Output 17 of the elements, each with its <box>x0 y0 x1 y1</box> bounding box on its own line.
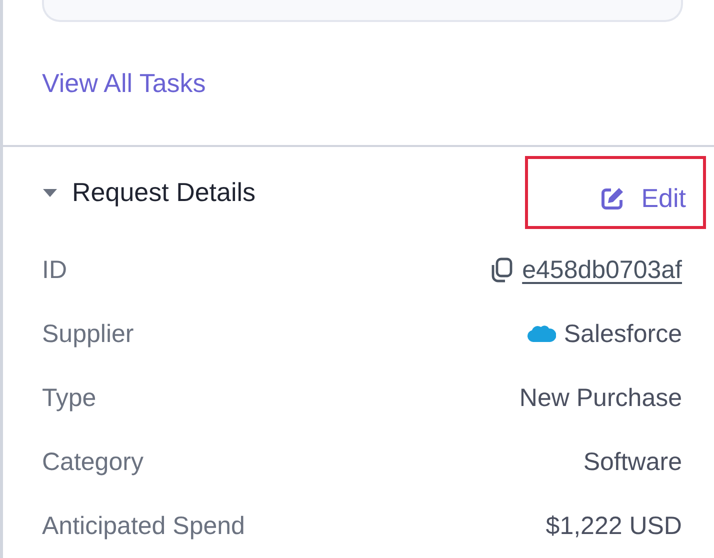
edit-icon <box>599 186 626 212</box>
field-value: $1,222 USD <box>546 512 682 540</box>
field-value: New Purchase <box>519 384 682 412</box>
field-label: Type <box>42 384 96 412</box>
field-label: Category <box>42 448 144 476</box>
id-link[interactable]: e458db0703af <box>522 256 682 284</box>
section-title: Request Details <box>72 177 256 208</box>
field-label: Anticipated Spend <box>42 512 245 540</box>
edit-button[interactable]: Edit <box>599 179 686 218</box>
field-value: Software <box>583 448 682 476</box>
field-label: ID <box>42 256 67 284</box>
view-all-tasks-link[interactable]: View All Tasks <box>42 68 206 99</box>
field-label: Supplier <box>42 320 134 348</box>
field-value: Salesforce <box>564 320 682 348</box>
cloud-logo-icon <box>526 323 556 345</box>
collapse-caret-icon[interactable] <box>42 188 58 198</box>
copy-icon[interactable] <box>490 257 514 283</box>
